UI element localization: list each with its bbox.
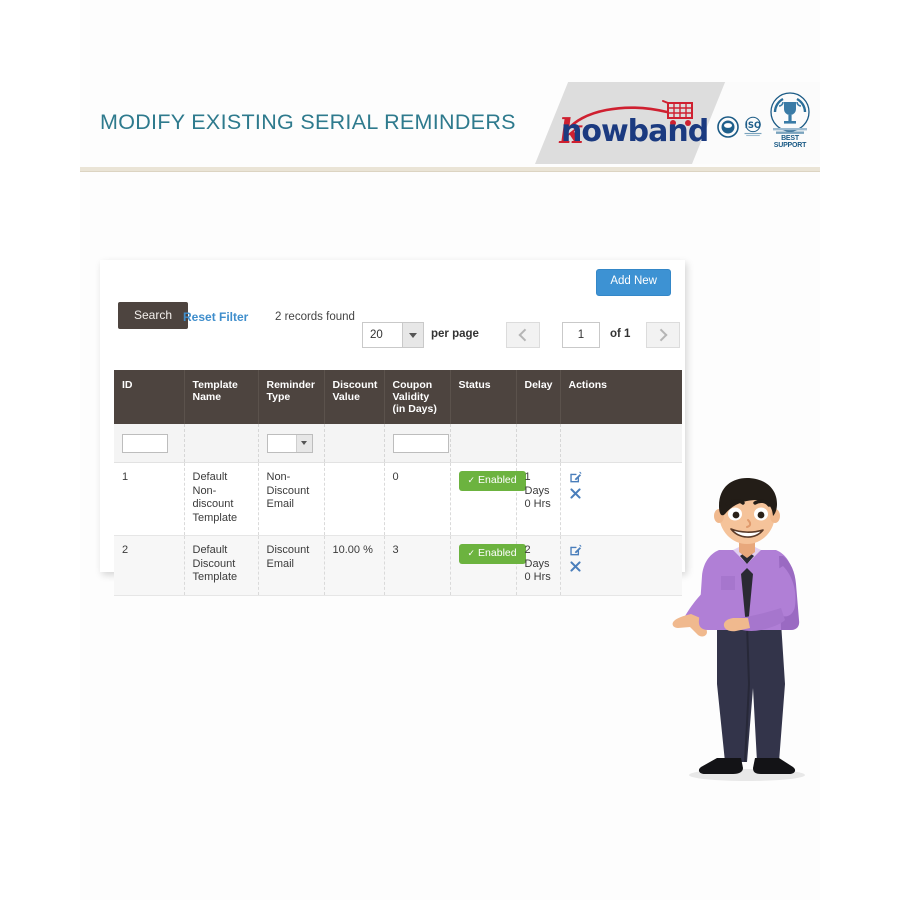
chevron-down-icon [402,323,423,347]
businessman-mascot [672,478,805,781]
add-new-button[interactable]: Add New [596,269,671,296]
delay-hours: 0 Hrs [524,498,551,510]
header-divider [80,167,820,172]
status-badge-label: Enabled [478,474,517,486]
cell-id: 1 [114,462,185,536]
check-icon: ✓ [467,475,476,485]
filter-cell-coupon-validity [384,424,451,463]
column-header-reminder-type[interactable]: Reminder Type [258,370,325,424]
column-header-id[interactable]: ID [114,370,185,424]
delete-icon[interactable] [569,560,582,573]
filter-reminder-type-select[interactable] [266,433,313,453]
filter-cell-status [450,424,517,463]
delay-days-unit: Days [524,557,550,570]
chevron-right-icon [654,328,668,342]
filter-cell-template-name [184,424,259,463]
cell-template-name: Default Discount Template [184,535,259,596]
column-header-actions: Actions [560,370,682,424]
per-page-label: per page [431,328,479,340]
cell-id: 2 [114,535,185,596]
cell-status: ✓ Enabled [450,462,526,536]
reminders-table: ID Template Name Reminder Type Discount … [114,370,682,596]
logo-wordmark: nowband [561,114,709,149]
table-row[interactable]: 2 Default Discount Template Discount Ema… [114,535,682,596]
status-badge: ✓ Enabled [458,544,526,564]
cell-discount-value: 10.00 % [324,535,385,596]
filter-cell-actions [560,424,682,463]
table-header-row: ID Template Name Reminder Type Discount … [114,370,682,424]
page-total-label: of 1 [610,328,631,340]
column-header-coupon-validity[interactable]: Coupon Validity (in Days) [384,370,451,424]
delete-icon[interactable] [569,487,582,500]
cell-reminder-type: Discount Email [258,535,325,596]
cell-template-name: Default Non-discount Template [184,462,259,536]
delay-days-value: 2 [524,544,531,556]
column-header-status[interactable]: Status [450,370,517,424]
per-page-value: 20 [370,329,383,341]
grid-panel: Add New Search Reset Filter 2 records fo… [100,260,685,596]
cell-reminder-type: Non-Discount Email [258,462,325,536]
cell-coupon-validity: 3 [384,535,451,596]
filter-cell-discount-value [324,424,385,463]
cell-status: ✓ Enabled [450,535,526,596]
page-title: MODIFY EXISTING SERIAL REMINDERS [100,110,516,134]
column-header-template-name[interactable]: Template Name [184,370,259,424]
certification-badges: ISO BEST SUPPORT [717,90,817,156]
filter-cell-id [114,424,185,463]
pagination-bar: 20 per page 1 of 1 [100,322,685,356]
filter-cell-reminder-type [258,424,325,463]
table-filter-row [114,424,682,463]
delay-days-value: 1 [524,471,531,483]
status-badge: ✓ Enabled [458,471,526,491]
delay-days-unit: Days [524,484,550,497]
page-header: MODIFY EXISTING SERIAL REMINDERS k nowba… [80,78,820,166]
column-header-discount-value[interactable]: Discount Value [324,370,385,424]
chevron-down-icon [295,434,312,452]
best-support-label: BEST SUPPORT [773,135,807,149]
table-row[interactable]: 1 Default Non-discount Template Non-Disc… [114,462,682,536]
check-icon: ✓ [467,548,476,558]
page-root: MODIFY EXISTING SERIAL REMINDERS k nowba… [0,0,900,900]
brand-band: k nowband ISO BEST SUPPORT [535,82,820,164]
per-page-select[interactable]: 20 [362,322,424,348]
filter-id-input[interactable] [122,433,168,453]
filter-cell-delay [516,424,561,463]
column-header-delay[interactable]: Delay [516,370,561,424]
cell-discount-value [324,462,385,536]
certification-badge-icon [717,116,739,138]
iso-badge-icon: ISO [744,116,762,137]
filter-coupon-validity-input[interactable] [392,433,449,453]
pagination-prev-button[interactable] [506,322,540,348]
edit-icon[interactable] [569,471,582,484]
pagination-next-button[interactable] [646,322,680,348]
status-badge-label: Enabled [478,547,517,559]
page-number-input[interactable]: 1 [562,322,600,348]
knowband-logo: k nowband [556,98,719,154]
edit-icon[interactable] [569,544,582,557]
delay-hours: 0 Hrs [524,571,551,583]
chevron-left-icon [518,328,532,342]
svg-text:ISO: ISO [745,120,761,130]
cell-coupon-validity: 0 [384,462,451,536]
